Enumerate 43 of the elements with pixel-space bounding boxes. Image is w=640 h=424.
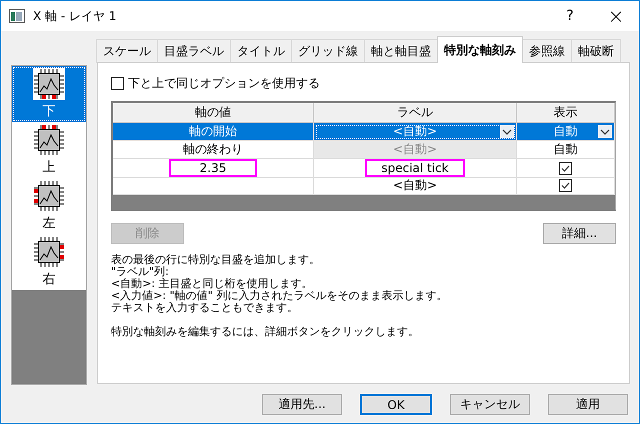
- close-button[interactable]: ×: [593, 4, 639, 28]
- cell-text: <自動>: [392, 141, 438, 158]
- checkbox[interactable]: [111, 76, 124, 90]
- cell-text: 自動: [552, 141, 578, 158]
- description-text: 表の最後の行に特別な目盛を追加します。: [111, 254, 321, 266]
- description-text: <自動>: 主目盛と同じ桁を使用します。: [111, 278, 314, 290]
- axis-plot-icon: [33, 236, 65, 268]
- axis-plot-icon: [33, 68, 65, 100]
- tab[interactable]: 軸破断: [571, 39, 621, 63]
- highlighted-value: 2.35: [169, 159, 257, 177]
- dialog-button[interactable]: OK: [360, 394, 432, 415]
- dialog-button[interactable]: 適用: [548, 394, 628, 415]
- dropdown-value[interactable]: 自動: [552, 123, 580, 140]
- sidebar-label: 下: [42, 103, 56, 120]
- sidebar-label: 左: [42, 215, 56, 232]
- tab[interactable]: スケール: [96, 39, 158, 63]
- sidebar-item[interactable]: 左: [12, 178, 86, 234]
- cell-text: 軸の終わり: [182, 141, 244, 158]
- sidebar-item[interactable]: 下: [12, 66, 86, 122]
- dialog-button[interactable]: 適用先...: [262, 394, 342, 415]
- tab[interactable]: 特別な軸刻み: [437, 36, 523, 63]
- cell-text: 軸の開始: [188, 123, 238, 140]
- checkbox[interactable]: [559, 179, 572, 192]
- axis-plot-icon: [33, 124, 65, 156]
- sidebar-label: 上: [42, 159, 56, 176]
- highlighted-value: special tick: [365, 159, 465, 177]
- checkbox[interactable]: [559, 162, 572, 174]
- sidebar-item[interactable]: 右: [12, 234, 86, 290]
- description-text: テキストを入力することもできます。: [111, 302, 299, 314]
- checkbox-label: 下と上で同じオプションを使用する: [128, 74, 320, 92]
- window-title: X 軸 - レイヤ 1: [33, 8, 118, 24]
- details-button[interactable]: 詳細...: [543, 223, 616, 244]
- axis-plot-icon: [33, 180, 65, 212]
- sidebar-label: 右: [42, 271, 56, 288]
- sidebar-item[interactable]: 上: [12, 122, 86, 178]
- dropdown-value[interactable]: <自動>: [390, 123, 440, 140]
- description-text: <入力値>: "軸の値" 列に入力されたラベルをそのまま表示します。: [111, 290, 448, 302]
- cell-text: <自動>: [392, 177, 438, 194]
- app-icon: [9, 9, 25, 23]
- dialog-button[interactable]: キャンセル: [450, 394, 530, 415]
- description-text: "ラベル"列:: [111, 266, 170, 278]
- help-button[interactable]: ?: [547, 8, 593, 24]
- description-text: 特別な軸刻みを編集するには、詳細ボタンをクリックします。: [111, 326, 420, 338]
